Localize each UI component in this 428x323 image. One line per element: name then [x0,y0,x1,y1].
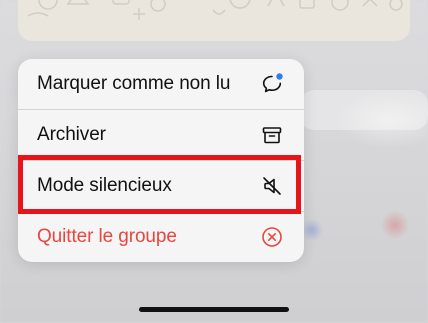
close-circle-icon [260,225,284,249]
blurred-chat-row [300,90,428,130]
menu-item-label: Marquer comme non lu [37,73,231,94]
menu-item-label: Quitter le groupe [37,226,177,247]
home-indicator[interactable] [139,307,289,312]
archive-box-icon [260,123,284,147]
menu-item-label: Archiver [37,124,106,145]
menu-item-label: Mode silencieux [37,175,172,196]
chat-preview-card [18,0,410,41]
menu-item-archive[interactable]: Archiver [18,110,304,160]
chat-bubble-unread-icon [260,72,284,96]
chat-context-menu: Marquer comme non lu Archiver Mode silen… [18,59,304,262]
speaker-muted-icon [260,174,284,198]
menu-item-leave-group[interactable]: Quitter le groupe [18,212,304,262]
chat-wallpaper-doodles [27,0,403,20]
menu-item-mute[interactable]: Mode silencieux [18,161,304,211]
menu-item-mark-unread[interactable]: Marquer comme non lu [18,59,304,109]
